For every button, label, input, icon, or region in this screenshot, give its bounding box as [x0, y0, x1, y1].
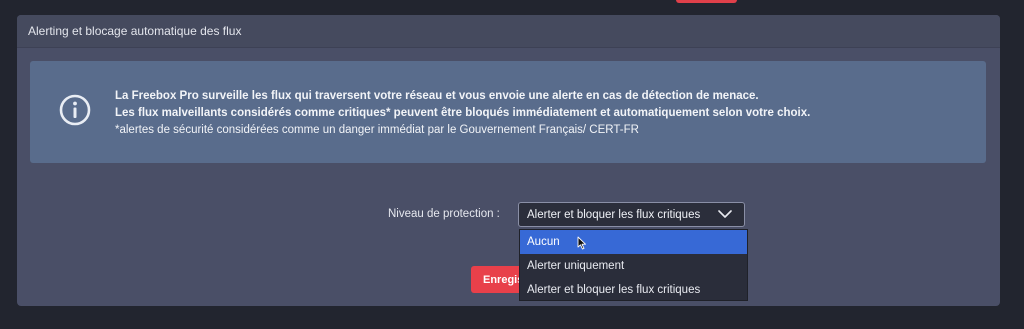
info-box: La Freebox Pro surveille les flux qui tr… — [30, 61, 986, 163]
panel-title: Alerting et blocage automatique des flux — [28, 24, 242, 38]
mouse-cursor-icon — [577, 236, 586, 250]
option-alerter-uniquement[interactable]: Alerter uniquement — [520, 254, 747, 278]
info-text: La Freebox Pro surveille les flux qui tr… — [115, 88, 810, 139]
option-alerter-et-bloquer[interactable]: Alerter et bloquer les flux critiques — [520, 278, 747, 302]
info-line-2: Les flux malveillants considérés comme c… — [115, 107, 811, 119]
protection-level-select[interactable]: Alerter et bloquer les flux critiques — [518, 202, 745, 227]
protection-level-value: Alerter et bloquer les flux critiques — [527, 208, 701, 221]
panel-header: Alerting et blocage automatique des flux — [17, 15, 1000, 48]
info-line-3: *alertes de sécurité considérées comme u… — [115, 124, 639, 136]
info-line-1: La Freebox Pro surveille les flux qui tr… — [115, 90, 759, 102]
option-aucun[interactable]: Aucun — [520, 230, 747, 254]
protection-level-dropdown: Aucun Alerter uniquement Alerter et bloq… — [519, 229, 748, 301]
top-red-tab[interactable] — [676, 0, 737, 3]
alerting-panel: Alerting et blocage automatique des flux… — [17, 15, 1000, 306]
protection-level-label: Niveau de protection : — [388, 208, 500, 220]
info-circle-icon — [59, 94, 91, 126]
chevron-down-icon — [718, 210, 732, 218]
